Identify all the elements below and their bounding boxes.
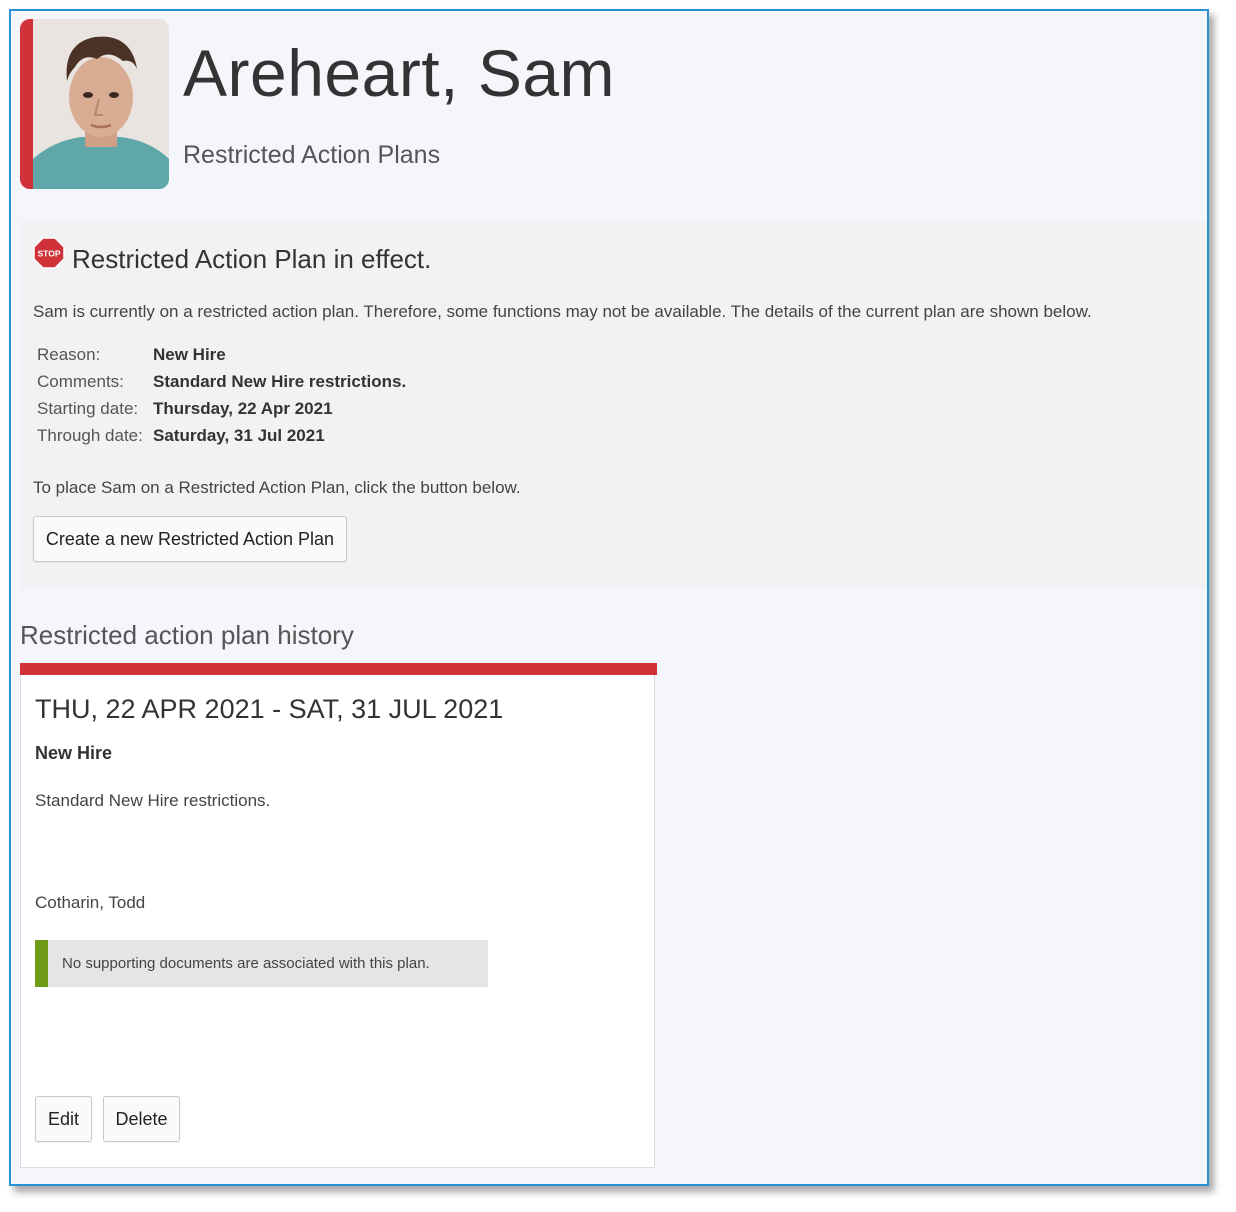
plan-comment: Standard New Hire restrictions. [35,791,271,810]
restricted-plan-alert: STOP Restricted Action Plan in effect. S… [20,221,1207,588]
detail-label: Comments: [37,372,124,391]
edit-button[interactable]: Edit [35,1096,92,1142]
card-accent-bar [20,663,657,675]
delete-button[interactable]: Delete [103,1096,180,1142]
detail-value: New Hire [153,345,226,364]
page-frame: Areheart, Sam Restricted Action Plans ST… [9,9,1209,1186]
detail-row-starting-date: Starting date: Thursday, 22 Apr 2021 [37,395,406,422]
history-heading: Restricted action plan history [20,620,354,650]
detail-label: Starting date: [37,399,139,418]
detail-label: Through date: [37,426,143,445]
profile-header: Areheart, Sam Restricted Action Plans [11,11,1207,221]
detail-value: Saturday, 31 Jul 2021 [153,426,325,445]
detail-label: Reason: [37,345,101,364]
detail-row-comments: Comments: Standard New Hire restrictions… [37,368,406,395]
detail-value: Thursday, 22 Apr 2021 [153,399,333,418]
stop-sign-icon: STOP [33,237,65,269]
documents-notice-text: No supporting documents are associated w… [62,955,430,972]
plan-history-card: THU, 22 APR 2021 - SAT, 31 JUL 2021 New … [20,663,657,1168]
alert-title: Restricted Action Plan in effect. [72,244,432,274]
place-plan-note: To place Sam on a Restricted Action Plan… [33,478,521,497]
page-title: Areheart, Sam [183,36,616,110]
plan-author: Cotharin, Todd [35,893,146,912]
plan-details: Reason: New Hire Comments: Standard New … [37,341,406,449]
svg-text:STOP: STOP [38,249,61,259]
avatar [33,19,169,189]
create-plan-button[interactable]: Create a new Restricted Action Plan [33,516,347,562]
detail-value: Standard New Hire restrictions. [153,372,407,391]
page-subtitle: Restricted Action Plans [183,141,441,169]
detail-row-reason: Reason: New Hire [37,341,406,368]
detail-row-through-date: Through date: Saturday, 31 Jul 2021 [37,422,406,449]
plan-reason: New Hire [35,743,113,763]
documents-notice: No supporting documents are associated w… [35,940,488,987]
plan-date-range: THU, 22 APR 2021 - SAT, 31 JUL 2021 [35,694,504,724]
alert-description: Sam is currently on a restricted action … [33,302,1092,321]
